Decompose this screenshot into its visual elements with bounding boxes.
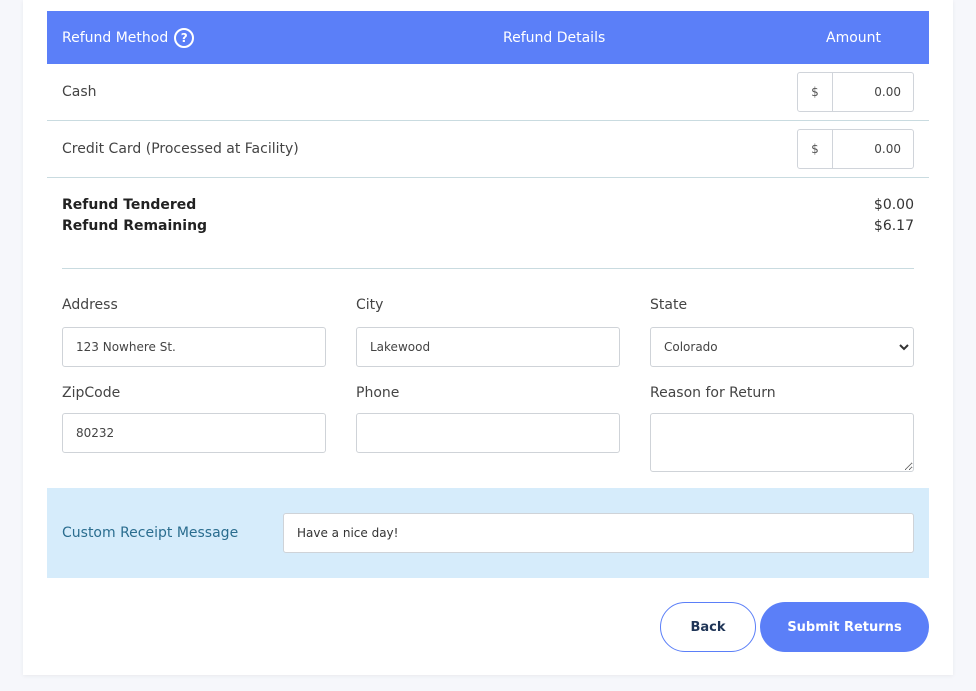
- refund-remaining-row: Refund Remaining $6.17: [62, 215, 914, 236]
- back-button[interactable]: Back: [660, 602, 756, 652]
- credit-card-amount-group: $: [797, 129, 914, 169]
- currency-addon: $: [798, 73, 833, 111]
- refund-row-label: Cash: [62, 84, 97, 100]
- reason-label: Reason for Return: [650, 385, 776, 401]
- refund-tendered-value: $0.00: [873, 196, 914, 213]
- currency-addon: $: [798, 130, 833, 168]
- state-label: State: [650, 297, 688, 313]
- custom-receipt-label: Custom Receipt Message: [62, 525, 239, 541]
- address-input[interactable]: [62, 327, 326, 367]
- header-refund-method: Refund Method ?: [62, 11, 195, 64]
- submit-returns-button[interactable]: Submit Returns: [760, 602, 929, 652]
- phone-input[interactable]: [356, 413, 620, 453]
- help-circle-icon[interactable]: ?: [174, 27, 195, 48]
- refund-row-cash: Cash $: [47, 64, 929, 121]
- cash-amount-input[interactable]: [833, 73, 913, 111]
- credit-card-amount-input[interactable]: [833, 130, 913, 168]
- header-amount: Amount: [826, 29, 882, 46]
- custom-receipt-section: Custom Receipt Message: [47, 488, 929, 578]
- state-select[interactable]: Colorado: [650, 327, 914, 367]
- header-refund-details: Refund Details: [503, 29, 606, 46]
- custom-receipt-input[interactable]: [283, 513, 914, 553]
- zipcode-label: ZipCode: [62, 385, 121, 401]
- refund-remaining-label: Refund Remaining: [62, 217, 208, 234]
- refund-row-label: Credit Card (Processed at Facility): [62, 141, 299, 157]
- refund-row-credit-card: Credit Card (Processed at Facility) $: [47, 121, 929, 178]
- city-label: City: [356, 297, 384, 313]
- phone-label: Phone: [356, 385, 400, 401]
- zipcode-input[interactable]: [62, 413, 326, 453]
- refund-remaining-value: $6.17: [873, 217, 914, 234]
- city-input[interactable]: [356, 327, 620, 367]
- section-divider: [62, 268, 914, 269]
- refund-table-header: Refund Method ? Refund Details Amount: [47, 11, 929, 64]
- refund-totals: Refund Tendered $0.00 Refund Remaining $…: [62, 194, 914, 236]
- reason-textarea[interactable]: [650, 413, 914, 472]
- address-label: Address: [62, 297, 118, 313]
- refund-tendered-label: Refund Tendered: [62, 196, 197, 213]
- cash-amount-group: $: [797, 72, 914, 112]
- header-refund-method-label: Refund Method: [62, 29, 169, 46]
- refund-tendered-row: Refund Tendered $0.00: [62, 194, 914, 215]
